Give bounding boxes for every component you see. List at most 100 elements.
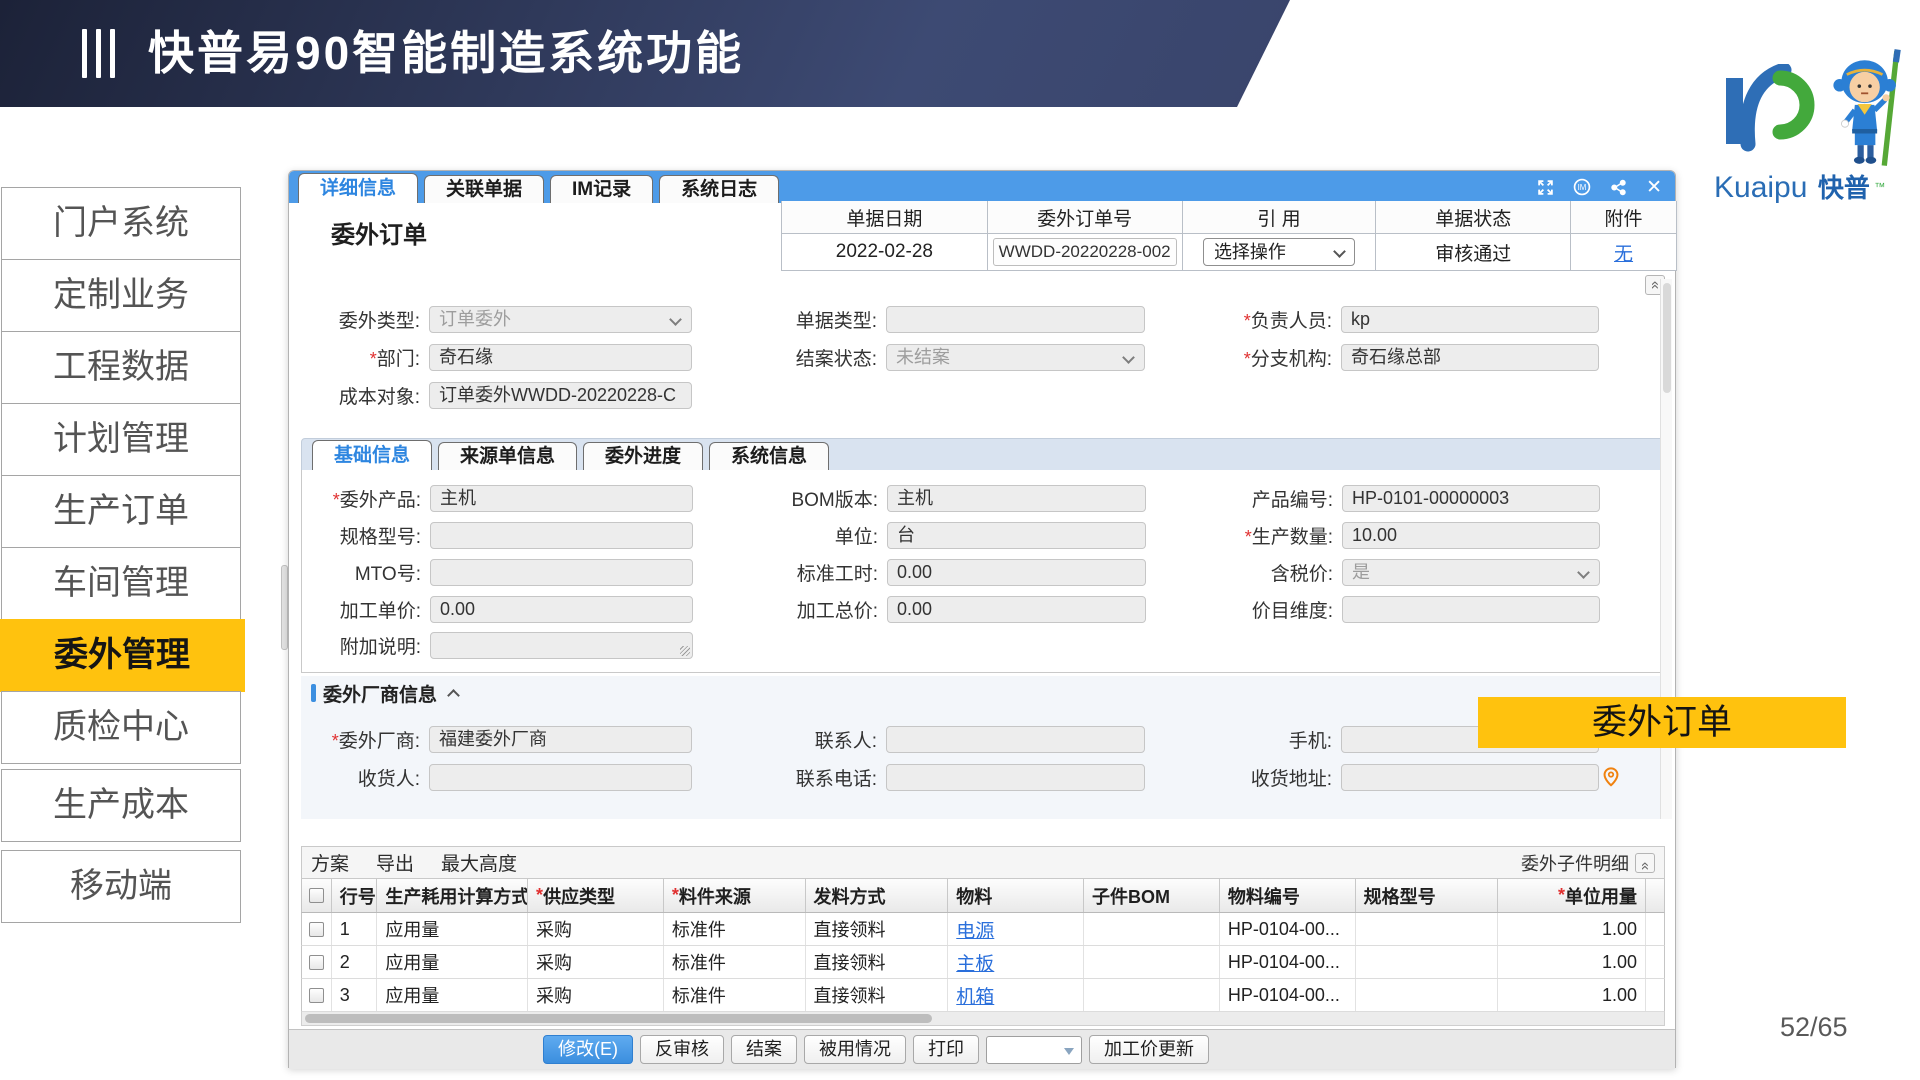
unapprove-button[interactable]: 反审核 [640, 1035, 724, 1064]
tab-im-records[interactable]: IM记录 [550, 175, 653, 203]
product-no-label: 产品编号: [1146, 485, 1342, 512]
tab-system-info[interactable]: 系统信息 [709, 442, 829, 470]
kuaipu-logo: Kuaipu 快普 ™ [1712, 46, 1917, 204]
product-input[interactable]: 主机 [430, 485, 693, 512]
unit-price-label: 加工单价: [302, 596, 430, 623]
tab-detail-info[interactable]: 详细信息 [298, 173, 418, 203]
close-status-select[interactable]: 未结案 [886, 344, 1145, 371]
panel-splitter-handle[interactable] [281, 565, 288, 650]
sidebar-item-custom-business[interactable]: 定制业务 [1, 259, 241, 332]
order-top-form: 委外类型: 订单委外 单据类型: *负责人员: kp *部门: 奇石缘 结案状态… [289, 300, 1675, 414]
sidebar-item-outsourcing[interactable]: 委外管理 [0, 619, 245, 692]
sidebar: 门户系统 定制业务 工程数据 计划管理 生产订单 车间管理 委外管理 质检中心 … [1, 188, 241, 923]
phone-label: 联系电话: [692, 764, 886, 791]
sidebar-item-production-cost[interactable]: 生产成本 [1, 769, 241, 842]
mto-input[interactable] [430, 559, 693, 586]
scheme-button[interactable]: 方案 [311, 849, 349, 876]
fullscreen-icon[interactable] [1537, 179, 1554, 196]
reference-action-select[interactable]: 选择操作 [1203, 238, 1355, 266]
address-input[interactable] [1341, 764, 1599, 791]
footer-dropdown[interactable] [986, 1036, 1082, 1064]
print-button[interactable]: 打印 [913, 1035, 979, 1064]
bom-version-label: BOM版本: [693, 485, 887, 512]
header-col-attachment: 附件 [1571, 201, 1677, 234]
material-link[interactable]: 电源 [956, 916, 994, 943]
grid-hscrollbar[interactable] [301, 1012, 1665, 1026]
col-calc-method: 生产耗用计算方式 [377, 879, 528, 912]
weiwai-type-select[interactable]: 订单委外 [429, 306, 692, 333]
tab-related-docs[interactable]: 关联单据 [424, 175, 544, 203]
tab-source-doc-info[interactable]: 来源单信息 [438, 442, 577, 470]
vendor-input[interactable]: 福建委外厂商 [429, 726, 692, 753]
spec-input[interactable] [430, 522, 693, 549]
branch-input[interactable]: 奇石缘总部 [1341, 344, 1599, 371]
detail-tabbar: 基础信息 来源单信息 委外进度 系统信息 [301, 438, 1665, 471]
sidebar-item-workshop[interactable]: 车间管理 [1, 547, 241, 620]
doc-type-input[interactable] [886, 306, 1145, 333]
update-process-price-button[interactable]: 加工价更新 [1089, 1035, 1209, 1064]
tax-price-label: 含税价: [1146, 559, 1342, 586]
close-case-button[interactable]: 结案 [731, 1035, 797, 1064]
row-checkbox[interactable] [309, 922, 324, 937]
slide-banner: 快普易90智能制造系统功能 [0, 0, 1920, 107]
unit-input[interactable]: 台 [887, 522, 1146, 549]
col-spec: 规格型号 [1356, 879, 1499, 912]
order-no-input[interactable]: WWDD-20220228-002 [993, 238, 1177, 266]
modify-button[interactable]: 修改(E) [543, 1035, 633, 1064]
hscrollbar-thumb[interactable] [305, 1014, 932, 1023]
vscrollbar-thumb[interactable] [1663, 283, 1671, 393]
tab-system-log[interactable]: 系统日志 [659, 175, 779, 203]
banner-bars-icon [82, 29, 115, 78]
note-textarea[interactable] [430, 632, 693, 659]
select-all-checkbox[interactable] [309, 888, 324, 903]
cost-object-label: 成本对象: [289, 382, 429, 409]
material-link[interactable]: 机箱 [956, 982, 994, 1009]
bom-version-input[interactable]: 主机 [887, 485, 1146, 512]
qty-input[interactable]: 10.00 [1342, 522, 1600, 549]
cost-object-input[interactable]: 订单委外WWDD-20220228-C [429, 382, 692, 409]
std-hours-input[interactable]: 0.00 [887, 559, 1146, 586]
contact-input[interactable] [886, 726, 1145, 753]
sidebar-item-engineering-data[interactable]: 工程数据 [1, 331, 241, 404]
total-price-input[interactable]: 0.00 [887, 596, 1146, 623]
window-controls: IM ✕ [1537, 171, 1662, 203]
collapse-vendor-icon[interactable] [447, 689, 460, 702]
im-chat-icon[interactable]: IM [1573, 178, 1591, 196]
doc-header-table: 单据日期 委外订单号 引 用 单据状态 附件 2022-02-28 WWDD-2… [781, 201, 1677, 271]
material-link[interactable]: 主板 [956, 949, 994, 976]
max-height-button[interactable]: 最大高度 [441, 849, 517, 876]
receiver-input[interactable] [429, 764, 692, 791]
sidebar-item-plan-management[interactable]: 计划管理 [1, 403, 241, 476]
branch-label: *分支机构: [1145, 344, 1341, 371]
location-pin-icon[interactable] [1602, 767, 1620, 787]
sidebar-item-portal[interactable]: 门户系统 [1, 187, 241, 260]
dept-input[interactable]: 奇石缘 [429, 344, 692, 371]
close-icon[interactable]: ✕ [1646, 176, 1662, 199]
tax-price-select[interactable]: 是 [1342, 559, 1600, 586]
phone-input[interactable] [886, 764, 1145, 791]
attachment-link[interactable]: 无 [1614, 239, 1633, 266]
row-checkbox[interactable] [309, 955, 324, 970]
mobile-label: 手机: [1145, 726, 1341, 753]
note-label: 附加说明: [302, 632, 430, 659]
unit-price-input[interactable]: 0.00 [430, 596, 693, 623]
address-label: 收货地址: [1145, 764, 1341, 791]
resize-handle[interactable] [680, 646, 690, 656]
product-no-input[interactable]: HP-0101-00000003 [1342, 485, 1600, 512]
sidebar-item-mobile[interactable]: 移动端 [1, 850, 241, 923]
owner-input[interactable]: kp [1341, 306, 1599, 333]
std-hours-label: 标准工时: [693, 559, 887, 586]
spec-label: 规格型号: [302, 522, 430, 549]
share-icon[interactable] [1610, 179, 1627, 196]
sidebar-item-production-order[interactable]: 生产订单 [1, 475, 241, 548]
collapse-grid-button[interactable]: « [1635, 853, 1655, 873]
usage-status-button[interactable]: 被用情况 [804, 1035, 906, 1064]
sidebar-item-quality-center[interactable]: 质检中心 [1, 691, 241, 764]
price-dim-input[interactable] [1342, 596, 1600, 623]
grid-toolbar: 方案 导出 最大高度 委外子件明细 « [301, 846, 1665, 879]
tab-basic-info[interactable]: 基础信息 [312, 440, 432, 470]
vendor-label: *委外厂商: [301, 726, 429, 753]
tab-outsourcing-progress[interactable]: 委外进度 [583, 442, 703, 470]
row-checkbox[interactable] [309, 988, 324, 1003]
export-button[interactable]: 导出 [376, 849, 414, 876]
